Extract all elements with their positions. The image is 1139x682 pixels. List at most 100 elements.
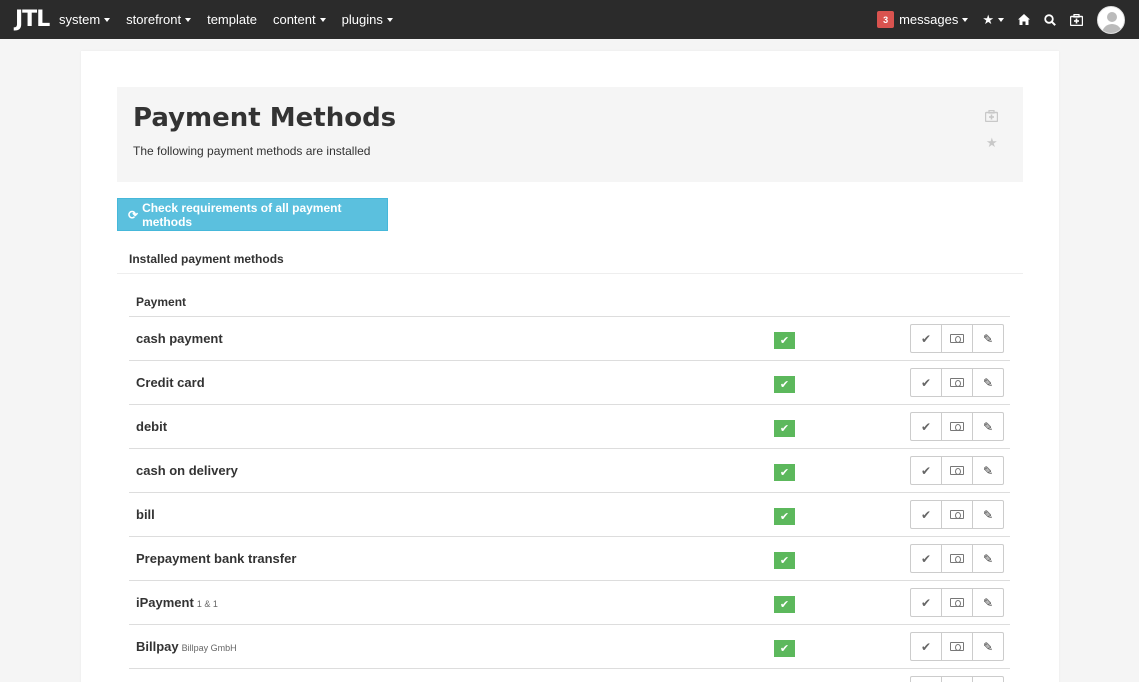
payment-name: bill	[136, 507, 158, 522]
menu-plugins-label: plugins	[341, 12, 383, 27]
money-button[interactable]	[941, 588, 973, 617]
payment-name-text: debit	[136, 419, 168, 434]
check-button[interactable]: ✔	[910, 632, 942, 661]
payment-name-text: cash on delivery	[136, 463, 238, 478]
edit-button[interactable]: ✎	[972, 324, 1004, 353]
money-button[interactable]	[941, 324, 973, 353]
avatar-head	[1107, 11, 1117, 22]
check-icon: ✔	[920, 595, 932, 610]
edit-icon: ✎	[982, 595, 994, 610]
row-actions: ✔ ✎	[910, 456, 1004, 485]
menu-storefront[interactable]: storefront	[126, 12, 192, 27]
check-button[interactable]: ✔	[910, 456, 942, 485]
payment-name-text: Credit card	[136, 375, 205, 390]
menu-content-label: content	[272, 12, 316, 27]
payment-name: cash on delivery	[136, 463, 241, 478]
money-button[interactable]	[941, 632, 973, 661]
main-menu: system storefront template content plugi…	[59, 0, 409, 39]
page-title: Payment Methods	[133, 103, 397, 133]
payment-methods-table: Payment cash payment ✔ ✔ ✎ Credit card ✔…	[129, 287, 1010, 682]
caret-down-icon	[104, 17, 111, 22]
check-icon: ✔	[920, 375, 932, 390]
table-row: Credit card ✔ ✔ ✎	[129, 361, 1010, 405]
money-icon	[950, 334, 964, 343]
money-icon	[950, 598, 964, 607]
money-icon	[950, 466, 964, 475]
user-avatar[interactable]	[1097, 5, 1125, 34]
payment-name: Billpay Billpay GmbH	[136, 639, 237, 654]
edit-icon: ✎	[982, 507, 994, 522]
money-button[interactable]	[941, 676, 973, 682]
edit-button[interactable]: ✎	[972, 456, 1004, 485]
check-button[interactable]	[910, 676, 942, 682]
edit-icon: ✎	[982, 551, 994, 566]
menu-template-label: template	[207, 12, 257, 27]
edit-button[interactable]: ✎	[972, 412, 1004, 441]
edit-button[interactable]: ✎	[972, 500, 1004, 529]
table-row: debit ✔ ✔ ✎	[129, 405, 1010, 449]
page-header: Payment Methods The following payment me…	[117, 87, 1023, 182]
caret-down-icon	[319, 17, 326, 22]
money-button[interactable]	[941, 544, 973, 573]
edit-button[interactable]: ✎	[972, 368, 1004, 397]
favorites-menu[interactable]: ★	[982, 12, 1004, 28]
active-status-icon: ✔	[774, 332, 795, 349]
active-status-icon: ✔	[774, 464, 795, 481]
edit-button[interactable]: ✎	[972, 544, 1004, 573]
payment-name-text: bill	[136, 507, 155, 522]
active-status-icon: ✔	[774, 596, 795, 613]
star-icon[interactable]: ★	[986, 135, 998, 151]
check-button[interactable]: ✔	[910, 500, 942, 529]
check-icon: ✔	[920, 639, 932, 654]
menu-content[interactable]: content	[273, 12, 326, 27]
payment-name: Prepayment bank transfer	[136, 551, 299, 566]
row-actions: ✔ ✎	[910, 632, 1004, 661]
table-row: Billpay Billpay GmbH ✔ ✔ ✎	[129, 625, 1010, 669]
row-actions: ✔ ✎	[910, 412, 1004, 441]
active-status-icon: ✔	[774, 420, 795, 437]
payment-name-text: Billpay	[136, 639, 179, 654]
edit-button[interactable]: ✎	[972, 632, 1004, 661]
edit-icon: ✎	[982, 419, 994, 434]
page-subtitle: The following payment methods are instal…	[133, 144, 371, 158]
payment-name-text: cash payment	[136, 331, 223, 346]
help-button[interactable]	[1070, 13, 1083, 26]
money-button[interactable]	[941, 456, 973, 485]
money-button[interactable]	[941, 412, 973, 441]
row-actions: ✔ ✎	[910, 544, 1004, 573]
medkit-icon[interactable]	[985, 110, 998, 122]
payment-vendor: Billpay GmbH	[181, 643, 237, 653]
active-status-icon: ✔	[774, 552, 795, 569]
check-button[interactable]: ✔	[910, 412, 942, 441]
money-icon	[950, 642, 964, 651]
check-button[interactable]: ✔	[910, 544, 942, 573]
check-button[interactable]: ✔	[910, 588, 942, 617]
top-navbar: JTL system storefront template content p…	[0, 0, 1139, 39]
jtl-logo[interactable]: JTL	[15, 7, 50, 32]
table-row: cash payment ✔ ✔ ✎	[129, 317, 1010, 361]
home-icon	[1018, 14, 1030, 25]
edit-icon: ✎	[982, 375, 994, 390]
check-button[interactable]: ✔	[910, 368, 942, 397]
money-icon	[950, 422, 964, 431]
caret-down-icon	[998, 17, 1004, 22]
money-button[interactable]	[941, 368, 973, 397]
home-button[interactable]	[1018, 14, 1030, 25]
caret-down-icon	[962, 17, 969, 22]
menu-template[interactable]: template	[207, 12, 257, 27]
edit-button[interactable]	[972, 676, 1004, 682]
edit-button[interactable]: ✎	[972, 588, 1004, 617]
messages-menu[interactable]: 3 messages	[877, 11, 969, 28]
menu-system[interactable]: system	[59, 12, 111, 27]
messages-count-badge: 3	[877, 11, 895, 28]
money-button[interactable]	[941, 500, 973, 529]
edit-icon: ✎	[982, 331, 994, 346]
row-actions	[910, 676, 1004, 682]
check-button[interactable]: ✔	[910, 324, 942, 353]
menu-plugins[interactable]: plugins	[342, 12, 393, 27]
check-requirements-button[interactable]: ⟳ Check requirements of all payment meth…	[117, 198, 388, 231]
search-button[interactable]	[1044, 13, 1056, 26]
payment-name-text: iPayment	[136, 595, 194, 610]
payment-name-text: Prepayment bank transfer	[136, 551, 297, 566]
payment-vendor: 1 & 1	[196, 599, 218, 609]
